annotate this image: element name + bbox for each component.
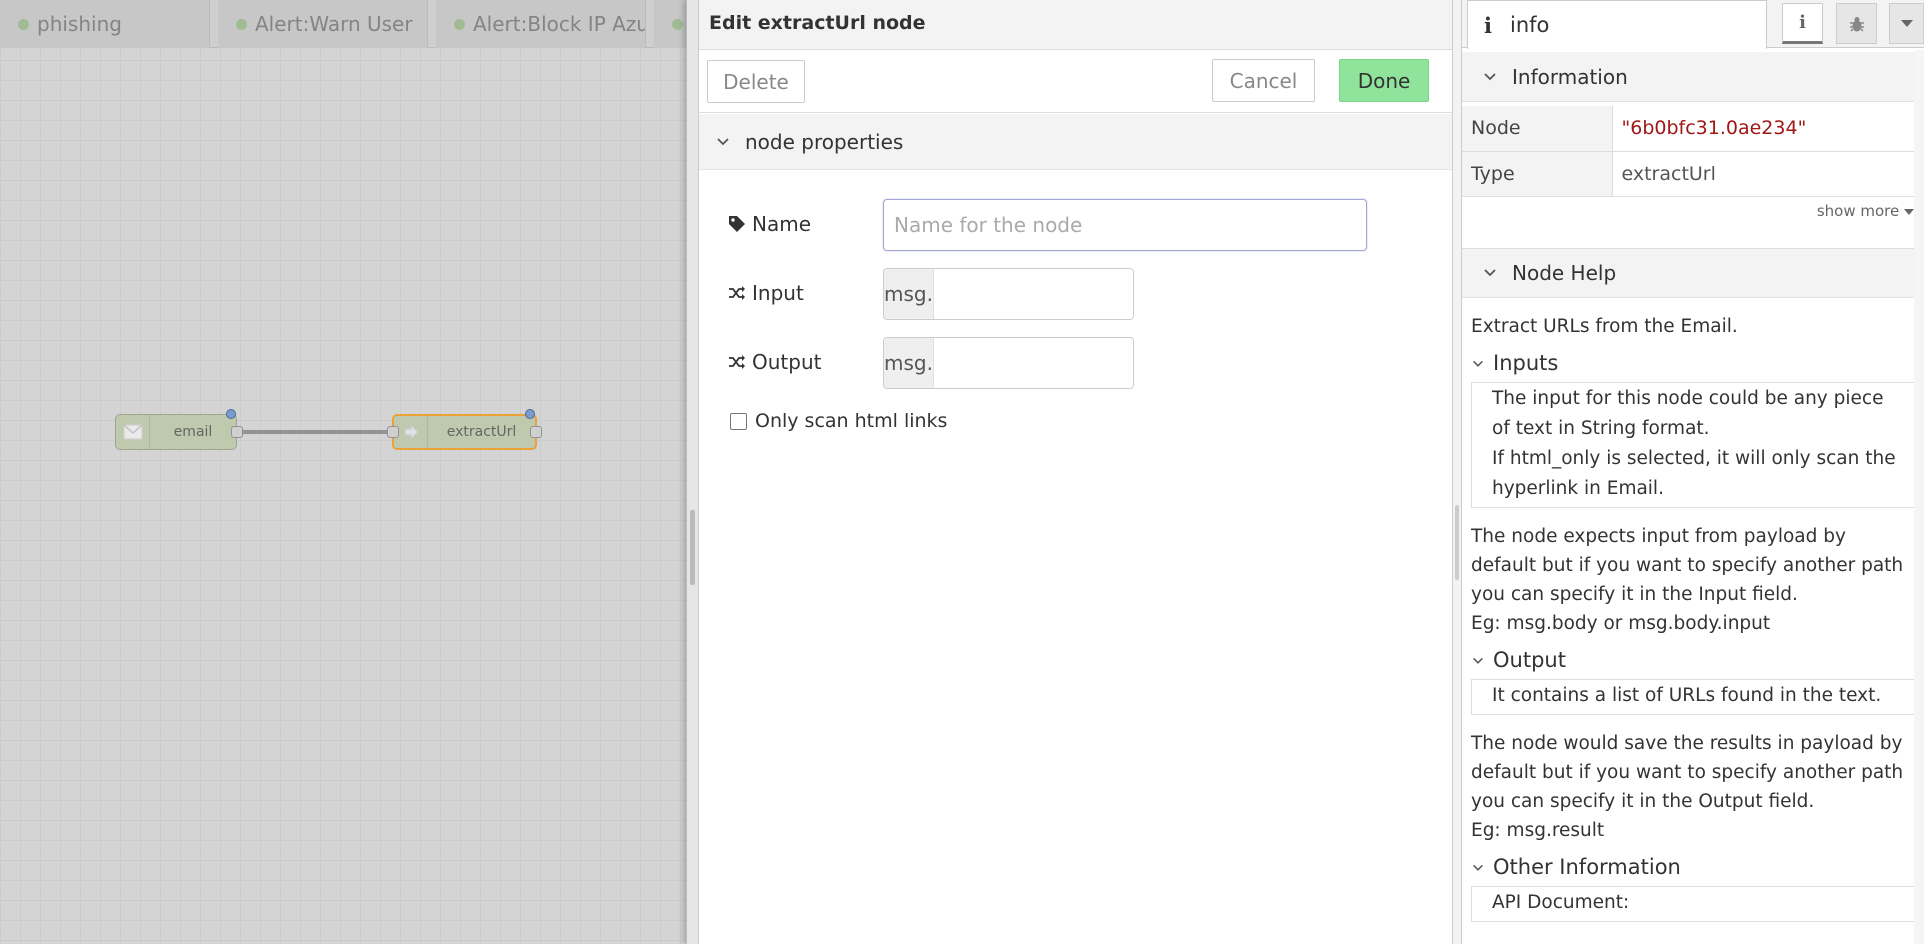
node-id-value[interactable]: "6b0bfc31.0ae234": [1612, 106, 1924, 152]
other-info-heading[interactable]: Other Information: [1471, 853, 1916, 882]
chevron-down-icon: [1484, 72, 1496, 80]
inputs-title: Inputs: [1493, 351, 1559, 375]
row-key: Node: [1462, 106, 1613, 152]
html-only-option[interactable]: Only scan html links: [730, 410, 947, 432]
output-example: Eg: msg.result: [1471, 820, 1605, 841]
random-icon: [729, 286, 745, 300]
caret-down-icon: [1900, 19, 1913, 27]
input-typed-field: msg.: [883, 268, 1134, 320]
bug-icon: [1849, 16, 1864, 32]
section-label: Information: [1512, 64, 1628, 89]
section-label: Node Help: [1512, 261, 1617, 285]
name-row: Name: [728, 212, 811, 236]
node-type-value: extractUrl: [1612, 151, 1924, 197]
node-properties-section[interactable]: node properties: [699, 114, 1452, 170]
section-label: node properties: [745, 129, 904, 154]
tray-resize-handle[interactable]: [687, 0, 699, 944]
chevron-down-icon: [1484, 269, 1496, 277]
information-section[interactable]: Information: [1462, 52, 1924, 102]
output-heading[interactable]: Output: [1471, 646, 1916, 675]
input-row: Input: [728, 281, 804, 305]
help-content: Extract URLs from the Email. Inputs The …: [1462, 298, 1924, 922]
other-info-box: API Document:: [1471, 886, 1916, 922]
row-key: Type: [1462, 151, 1613, 197]
inputs-box: The input for this node could be any pie…: [1471, 382, 1916, 508]
sidebar-menu-button[interactable]: [1889, 3, 1924, 44]
cancel-button[interactable]: Cancel: [1212, 59, 1315, 102]
sidebar-resize-handle[interactable]: [1452, 0, 1462, 944]
show-more-link[interactable]: show more: [1817, 202, 1914, 220]
html-only-checkbox[interactable]: [730, 412, 747, 430]
info-icon: i: [1484, 12, 1492, 38]
edit-tray: Edit extractUrl node Delete node propert…: [686, 0, 1452, 944]
sidebar-scrollbar[interactable]: [1914, 50, 1924, 944]
tab-info[interactable]: i info: [1467, 0, 1767, 49]
debug-tab-button[interactable]: [1836, 3, 1877, 44]
grip-bar: [690, 510, 695, 585]
table-row: Node "6b0bfc31.0ae234": [1462, 106, 1924, 152]
html-only-label: Only scan html links: [755, 410, 948, 432]
name-label: Name: [752, 212, 812, 236]
output-title: Output: [1493, 648, 1566, 672]
output-row: Output: [728, 350, 821, 374]
info-sidebar: i info i Information Node "6b0bfc31.0ae2…: [1462, 0, 1924, 944]
tag-icon: [729, 216, 745, 232]
inputs-heading[interactable]: Inputs: [1471, 349, 1916, 378]
output-typed-field: msg.: [883, 337, 1134, 389]
grip-bar: [1455, 505, 1459, 580]
show-more-label: show more: [1816, 202, 1900, 220]
inputs-note: The node expects input from payload by d…: [1471, 526, 1904, 605]
output-label: Output: [752, 350, 822, 374]
input-path-input[interactable]: [933, 269, 1133, 319]
other-info-title: Other Information: [1493, 855, 1681, 879]
tab-info-label: info: [1509, 13, 1550, 37]
msg-prefix: msg.: [884, 269, 934, 319]
other-info-line: API Document:: [1492, 892, 1630, 913]
inputs-line: If html_only is selected, it will only s…: [1492, 448, 1896, 499]
chevron-down-icon: [1473, 864, 1483, 871]
output-line: It contains a list of URLs found in the …: [1492, 685, 1882, 706]
workspace-dim-overlay: [0, 0, 686, 944]
info-icon: i: [1799, 12, 1806, 33]
caret-down-icon: [1904, 209, 1914, 215]
node-help-section[interactable]: Node Help: [1462, 248, 1924, 298]
output-path-input[interactable]: [933, 338, 1133, 388]
random-icon: [729, 355, 745, 369]
sidebar-tabs: i info i: [1462, 0, 1924, 49]
chevron-down-icon: [1473, 360, 1483, 367]
output-box: It contains a list of URLs found in the …: [1471, 679, 1916, 715]
flow-workspace[interactable]: phishing Alert:Warn User Alert:Block IP …: [0, 0, 686, 944]
info-table: Node "6b0bfc31.0ae234" Type extractUrl: [1462, 106, 1924, 197]
chevron-down-icon: [717, 137, 729, 145]
help-intro: Extract URLs from the Email.: [1471, 316, 1738, 337]
done-button[interactable]: Done: [1339, 59, 1429, 102]
tray-title: Edit extractUrl node: [699, 0, 1452, 50]
input-label: Input: [752, 281, 804, 305]
delete-button[interactable]: Delete: [707, 60, 805, 103]
info-tab-button[interactable]: i: [1782, 3, 1823, 44]
inputs-line: The input for this node could be any pie…: [1492, 388, 1884, 439]
chevron-down-icon: [1473, 657, 1483, 664]
table-row: Type extractUrl: [1462, 151, 1924, 197]
name-input[interactable]: [883, 199, 1367, 251]
output-note: The node would save the results in paylo…: [1471, 733, 1904, 812]
msg-prefix: msg.: [884, 338, 934, 388]
inputs-example: Eg: msg.body or msg.body.input: [1471, 613, 1771, 634]
